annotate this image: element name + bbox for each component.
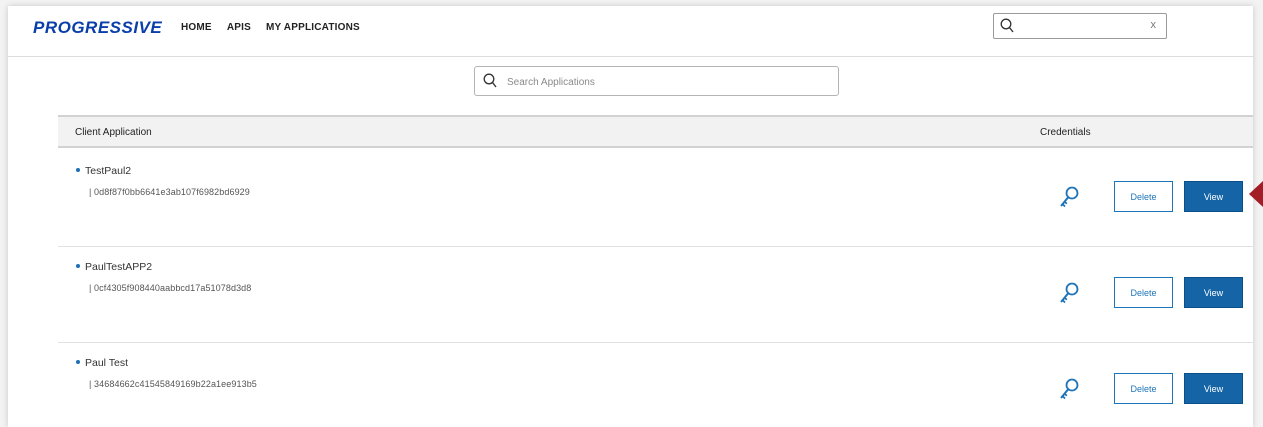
bullet-icon <box>76 264 80 268</box>
view-button[interactable]: View <box>1184 373 1243 404</box>
nav-apis[interactable]: APIS <box>227 22 251 33</box>
progressive-logo[interactable]: PROGRESSIVE <box>33 18 162 38</box>
delete-button[interactable]: Delete <box>1114 277 1173 308</box>
header-search-box: x <box>993 13 1167 39</box>
application-search-box <box>474 66 839 96</box>
client-id: | 0cf4305f908440aabbcd17a51078d3d8 <box>89 283 252 293</box>
clear-search-button[interactable]: x <box>1151 19 1157 31</box>
table-row: TestPaul2 | 0d8f87f0bb6641e3ab107f6982bd… <box>58 151 1253 247</box>
applications-table-header: Client Application Credentials <box>58 115 1253 148</box>
bullet-icon <box>76 360 80 364</box>
application-name: PaulTestAPP2 <box>76 261 152 273</box>
client-id: | 0d8f87f0bb6641e3ab107f6982bd6929 <box>89 187 250 197</box>
app-window: PROGRESSIVE HOME APIS MY APPLICATIONS x … <box>8 6 1253 427</box>
top-header: PROGRESSIVE HOME APIS MY APPLICATIONS x <box>8 6 1253 57</box>
application-name-text: Paul Test <box>85 357 128 369</box>
column-header-credentials: Credentials <box>1040 127 1091 138</box>
view-button[interactable]: View <box>1184 277 1243 308</box>
key-icon[interactable] <box>1058 378 1080 407</box>
delete-button[interactable]: Delete <box>1114 373 1173 404</box>
nav-home[interactable]: HOME <box>181 22 212 33</box>
view-button[interactable]: View <box>1184 181 1243 212</box>
header-search-input[interactable] <box>1020 17 1144 37</box>
application-name-text: TestPaul2 <box>85 165 132 177</box>
delete-button[interactable]: Delete <box>1114 181 1173 212</box>
search-icon <box>483 73 497 94</box>
main-nav: HOME APIS MY APPLICATIONS <box>181 22 360 33</box>
search-icon <box>1000 18 1014 39</box>
application-search-input[interactable] <box>505 72 829 92</box>
key-icon[interactable] <box>1058 186 1080 215</box>
arrow-marker-icon <box>1249 181 1263 207</box>
column-header-client-application: Client Application <box>75 127 152 138</box>
key-icon[interactable] <box>1058 282 1080 311</box>
application-name: Paul Test <box>76 357 128 369</box>
bullet-icon <box>76 168 80 172</box>
table-row: PaulTestAPP2 | 0cf4305f908440aabbcd17a51… <box>58 247 1253 343</box>
nav-my-applications[interactable]: MY APPLICATIONS <box>266 22 360 33</box>
application-name: TestPaul2 <box>76 165 131 177</box>
client-id: | 34684662c41545849169b22a1ee913b5 <box>89 379 257 389</box>
application-name-text: PaulTestAPP2 <box>85 261 153 273</box>
table-row: Paul Test | 34684662c41545849169b22a1ee9… <box>58 343 1253 427</box>
